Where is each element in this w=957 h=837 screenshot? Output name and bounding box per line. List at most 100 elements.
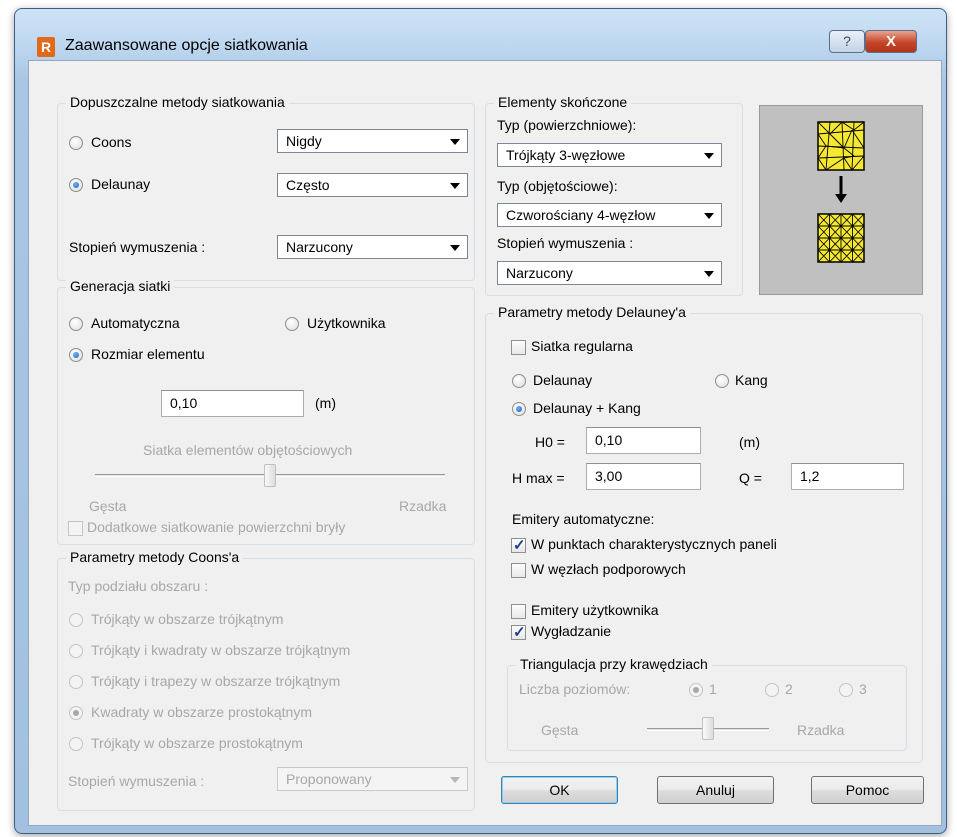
delaunay-params-group-title: Parametry metody Delauney'a (494, 304, 690, 320)
delaunay-label: Delaunay (91, 176, 151, 192)
user-emitters-checkbox[interactable] (511, 604, 526, 619)
chevron-down-icon (450, 183, 460, 189)
emit-supports-checkbox[interactable] (511, 563, 526, 578)
delaunay-radio[interactable] (69, 178, 83, 192)
cancel-button[interactable]: Anuluj (657, 776, 774, 804)
volume-type-value: Czworościany 4-węzłow (506, 207, 656, 223)
delaunay-kang-radio[interactable] (512, 402, 526, 416)
emit-supports-label: W węzłach podporowych (531, 561, 686, 577)
coons-option-radio-2[interactable] (69, 644, 83, 658)
levels-label: Liczba poziomów: (519, 681, 631, 697)
element-size-radio[interactable] (69, 348, 83, 362)
coons-usage-value: Nigdy (286, 133, 322, 149)
methods-degree-value: Narzucony (286, 239, 353, 255)
auto-label: Automatyczna (91, 315, 180, 331)
extra-surface-checkbox[interactable] (68, 521, 83, 536)
auto-radio[interactable] (69, 317, 83, 331)
coons-degree-value: Proponowany (286, 771, 372, 787)
delaunay-method-radio[interactable] (512, 374, 526, 388)
surface-type-select[interactable]: Trójkąty 3-węzłowe (497, 143, 722, 167)
level-radio-2[interactable] (765, 683, 779, 697)
element-size-input[interactable]: 0,10 (161, 390, 304, 417)
user-radio[interactable] (285, 317, 299, 331)
chevron-down-icon (450, 139, 460, 145)
element-size-unit: (m) (315, 395, 336, 411)
volume-type-select[interactable]: Czworościany 4-węzłow (497, 203, 722, 227)
volume-type-label: Typ (objętościowe): (497, 178, 618, 194)
kang-radio[interactable] (715, 374, 729, 388)
delaunay-usage-select[interactable]: Często (277, 173, 468, 197)
methods-degree-label: Stopień wymuszenia : (69, 239, 206, 255)
smoothing-label: Wygładzanie (531, 623, 612, 639)
coons-option-label-1: Trójkąty w obszarze trójkątnym (91, 611, 284, 627)
edge-slider-sparse-label: Rzadka (797, 722, 845, 738)
mesh-preview-icon (817, 121, 865, 263)
coons-usage-select[interactable]: Nigdy (277, 129, 468, 153)
chevron-down-icon (450, 245, 460, 251)
help-title-button[interactable]: ? (829, 30, 865, 53)
h0-unit: (m) (739, 434, 760, 450)
chevron-down-icon (450, 777, 460, 783)
fe-degree-value: Narzucony (506, 265, 573, 281)
coons-params-group-title: Parametry metody Coons'a (66, 549, 244, 565)
coons-label: Coons (91, 134, 132, 150)
methods-group-title: Dopuszczalne metody siatkowania (66, 94, 289, 110)
division-type-label: Typ podziału obszaru : (68, 578, 209, 594)
emit-panels-checkbox[interactable] (511, 536, 526, 554)
h0-input[interactable]: 0,10 (586, 427, 701, 454)
element-size-label: Rozmiar elementu (91, 346, 205, 362)
close-button[interactable]: X (865, 30, 917, 53)
coons-option-label-3: Trójkąty i trapezy w obszarze trójkątnym (91, 673, 341, 689)
level-label-2: 2 (785, 681, 793, 697)
coons-option-radio-4[interactable] (69, 706, 83, 720)
user-label: Użytkownika (307, 315, 386, 331)
regular-mesh-label: Siatka regularna (531, 338, 633, 354)
auto-emitters-label: Emitery automatyczne: (512, 511, 655, 527)
window-title: Zaawansowane opcje siatkowania (65, 37, 308, 54)
finite-elements-group-title: Elementy skończone (494, 94, 632, 110)
level-label-3: 3 (859, 681, 867, 697)
coons-option-label-5: Trójkąty w obszarze prostokątnym (91, 735, 303, 751)
coons-option-label-4: Kwadraty w obszarze prostokątnym (91, 704, 312, 720)
methods-degree-select[interactable]: Narzucony (277, 235, 468, 259)
coons-option-radio-3[interactable] (69, 675, 83, 689)
generation-group-title: Generacja siatki (66, 278, 175, 294)
help-button[interactable]: Pomoc (811, 776, 924, 804)
hmax-label: H max = (512, 470, 565, 486)
app-logo-icon: R (37, 37, 55, 57)
hmax-input[interactable]: 3,00 (586, 463, 701, 490)
coons-radio[interactable] (69, 136, 83, 150)
volume-slider-label: Siatka elementów objętościowych (143, 442, 353, 458)
dialog-client-area: Dopuszczalne metody siatkowania Coons Ni… (28, 60, 942, 826)
coons-degree-select[interactable]: Proponowany (277, 767, 468, 791)
smoothing-checkbox[interactable] (511, 623, 526, 641)
surface-type-value: Trójkąty 3-węzłowe (506, 147, 626, 163)
ok-button[interactable]: OK (501, 776, 618, 804)
volume-slider-sparse-label: Rzadka (399, 498, 447, 514)
chevron-down-icon (704, 271, 714, 277)
regular-mesh-checkbox[interactable] (511, 340, 526, 355)
level-radio-1[interactable] (689, 683, 703, 697)
coons-option-radio-5[interactable] (69, 737, 83, 751)
surface-type-label: Typ (powierzchniowe): (497, 117, 637, 133)
edge-slider-thumb[interactable] (702, 717, 714, 740)
level-radio-3[interactable] (839, 683, 853, 697)
delaunay-method-label: Delaunay (533, 372, 593, 388)
chevron-down-icon (704, 213, 714, 219)
user-emitters-label: Emitery użytkownika (531, 602, 659, 618)
edge-triangulation-group-title: Triangulacja przy krawędziach (516, 656, 712, 672)
coons-option-radio-1[interactable] (69, 613, 83, 627)
h0-label: H0 = (535, 434, 565, 450)
q-input[interactable]: 1,2 (791, 463, 904, 490)
coons-degree-label: Stopień wymuszenia : (68, 773, 205, 789)
volume-slider-thumb[interactable] (264, 464, 276, 487)
fe-degree-label: Stopień wymuszenia : (497, 235, 634, 251)
delaunay-kang-label: Delaunay + Kang (533, 400, 641, 416)
fe-degree-select[interactable]: Narzucony (497, 261, 722, 285)
edge-slider-dense-label: Gęsta (541, 722, 579, 738)
extra-surface-label: Dodatkowe siatkowanie powierzchni bryły (87, 519, 346, 535)
chevron-down-icon (704, 153, 714, 159)
level-label-1: 1 (709, 681, 717, 697)
delaunay-usage-value: Często (286, 177, 330, 193)
emit-panels-label: W punktach charakterystycznych paneli (531, 536, 777, 552)
